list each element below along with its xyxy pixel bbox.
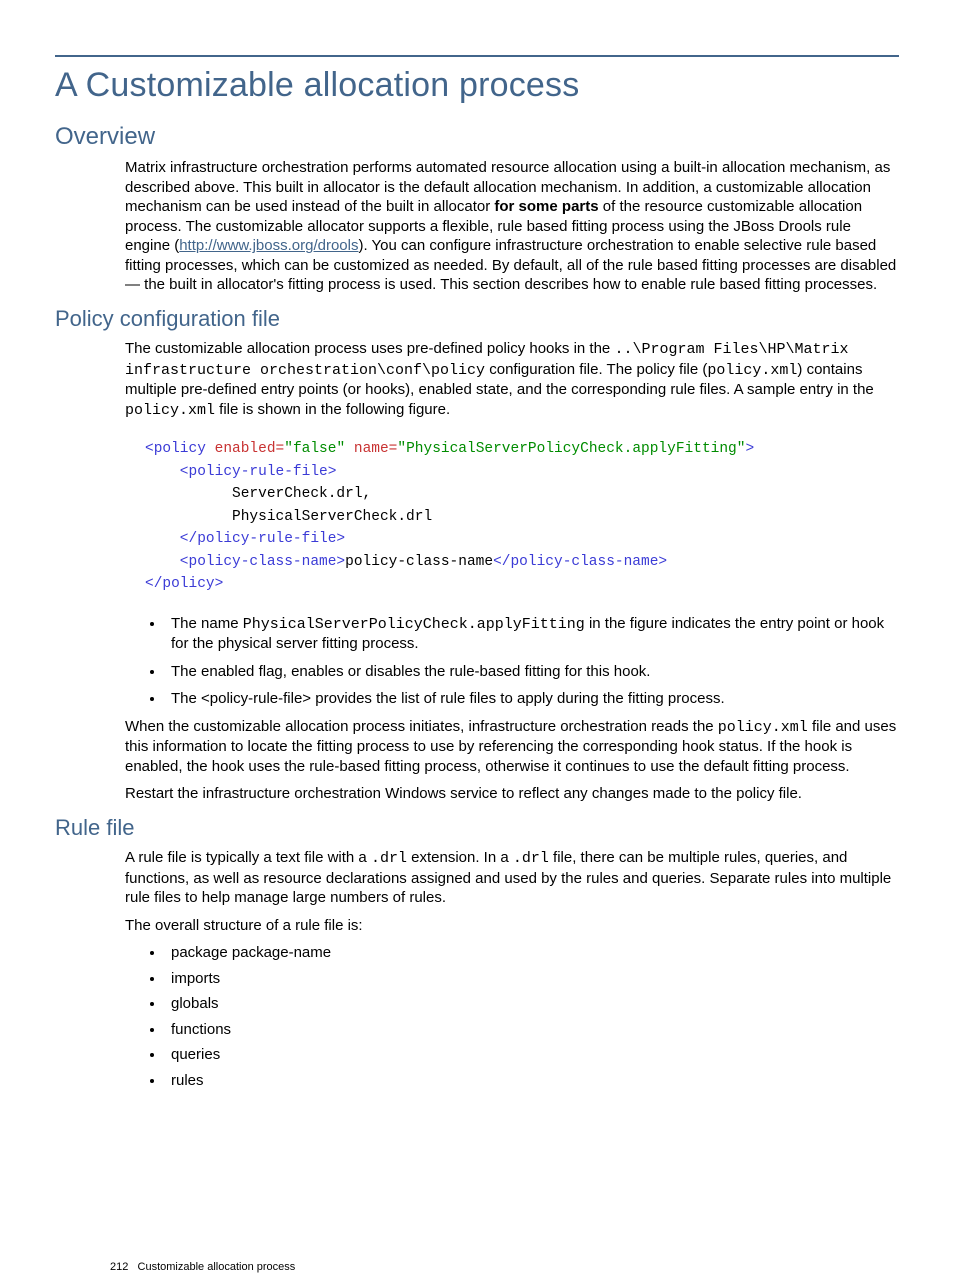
rulefile-structure-list: package package-name imports globals fun… bbox=[125, 943, 899, 1090]
hook-name: PhysicalServerPolicyCheck.applyFitting bbox=[243, 616, 585, 633]
list-item: globals bbox=[165, 994, 899, 1014]
code-text: PhysicalServerCheck.drl bbox=[145, 509, 432, 525]
list-item: The <policy-rule-file> provides the list… bbox=[165, 689, 899, 709]
overview-paragraph: Matrix infrastructure orchestration perf… bbox=[125, 158, 899, 295]
code-attr: name= bbox=[345, 441, 397, 457]
text: file is shown in the following figure. bbox=[215, 401, 450, 418]
bold-text: for some parts bbox=[494, 198, 598, 215]
text: configuration file. The policy file ( bbox=[485, 361, 707, 378]
code-val: "PhysicalServerPolicyCheck.applyFitting" bbox=[397, 441, 745, 457]
text: The name bbox=[171, 615, 243, 632]
list-item: functions bbox=[165, 1020, 899, 1040]
code-text: policy-class-name bbox=[345, 554, 493, 570]
code-tag: <policy-class-name> bbox=[145, 554, 345, 570]
text: A rule file is typically a text file wit… bbox=[125, 849, 371, 866]
code-tag: <policy bbox=[145, 441, 206, 457]
policy-paragraph-3: Restart the infrastructure orchestration… bbox=[125, 784, 899, 804]
ext-text: .drl bbox=[371, 850, 407, 867]
list-item: imports bbox=[165, 969, 899, 989]
policy-paragraph-1: The customizable allocation process uses… bbox=[125, 339, 899, 420]
text: The customizable allocation process uses… bbox=[125, 340, 614, 357]
code-tag: </policy-class-name> bbox=[493, 554, 667, 570]
list-item: The name PhysicalServerPolicyCheck.apply… bbox=[165, 614, 899, 654]
rulefile-heading: Rule file bbox=[55, 814, 899, 843]
list-item: rules bbox=[165, 1071, 899, 1091]
page-number: 212 bbox=[110, 1261, 128, 1273]
list-item: queries bbox=[165, 1045, 899, 1065]
policy-heading: Policy configuration file bbox=[55, 305, 899, 334]
page-footer: 212 Customizable allocation process bbox=[110, 1260, 295, 1274]
policy-bullet-list: The name PhysicalServerPolicyCheck.apply… bbox=[125, 614, 899, 709]
code-tag: </policy-rule-file> bbox=[145, 531, 345, 547]
rulefile-paragraph-1: A rule file is typically a text file wit… bbox=[125, 848, 899, 908]
file-text: policy.xml bbox=[125, 402, 215, 419]
list-item: The enabled flag, enables or disables th… bbox=[165, 662, 899, 682]
file-text: policy.xml bbox=[707, 362, 797, 379]
page-title: A Customizable allocation process bbox=[55, 63, 899, 107]
file-text: policy.xml bbox=[718, 719, 808, 736]
top-rule bbox=[55, 55, 899, 57]
list-item: package package-name bbox=[165, 943, 899, 963]
ext-text: .drl bbox=[513, 850, 549, 867]
policy-paragraph-2: When the customizable allocation process… bbox=[125, 717, 899, 777]
code-val: "false" bbox=[284, 441, 345, 457]
text: When the customizable allocation process… bbox=[125, 718, 718, 735]
overview-heading: Overview bbox=[55, 121, 899, 152]
text: extension. In a bbox=[407, 849, 513, 866]
rulefile-paragraph-2: The overall structure of a rule file is: bbox=[125, 916, 899, 936]
code-tag: <policy-rule-file> bbox=[145, 464, 336, 480]
drools-link[interactable]: http://www.jboss.org/drools bbox=[179, 237, 358, 254]
code-tag: > bbox=[745, 441, 754, 457]
code-text: ServerCheck.drl, bbox=[145, 486, 371, 502]
code-tag: </policy> bbox=[145, 576, 223, 592]
code-attr: enabled= bbox=[206, 441, 284, 457]
xml-code-block: <policy enabled="false" name="PhysicalSe… bbox=[145, 438, 899, 595]
footer-title: Customizable allocation process bbox=[138, 1261, 296, 1273]
